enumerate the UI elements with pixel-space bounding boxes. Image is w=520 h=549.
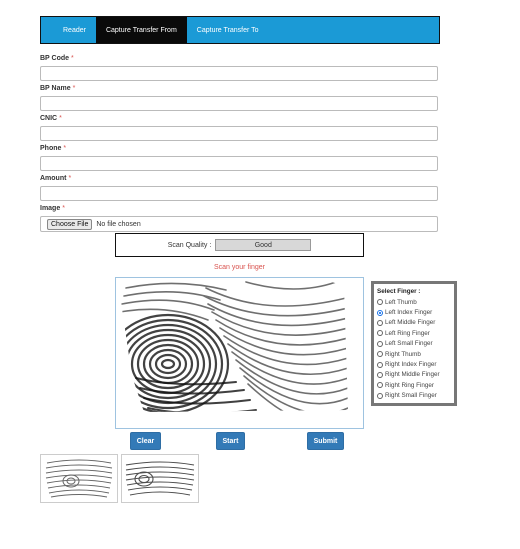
finger-option-right-thumb[interactable]: Right Thumb bbox=[377, 349, 451, 359]
clear-button[interactable]: Clear bbox=[130, 432, 161, 450]
required-marker: * bbox=[63, 145, 67, 152]
required-marker: * bbox=[68, 175, 72, 182]
phone-input[interactable] bbox=[40, 156, 438, 171]
bp-name-label: BP Name * bbox=[40, 85, 75, 92]
amount-label: Amount * bbox=[40, 175, 71, 182]
fingerprint-scan-area bbox=[115, 277, 364, 429]
finger-option-label: Left Ring Finger bbox=[385, 329, 430, 337]
finger-option-right-small[interactable]: Right Small Finger bbox=[377, 391, 451, 401]
fingerprint-thumb-image bbox=[125, 461, 195, 496]
finger-option-label: Left Index Finger bbox=[385, 309, 433, 317]
select-finger-panel: Select Finger : Left Thumb Left Index Fi… bbox=[371, 281, 457, 406]
required-marker: * bbox=[62, 205, 65, 212]
bp-code-input[interactable] bbox=[40, 66, 438, 81]
finger-option-right-ring[interactable]: Right Ring Finger bbox=[377, 380, 451, 390]
cnic-input[interactable] bbox=[40, 126, 438, 141]
radio-selected-icon[interactable] bbox=[377, 309, 383, 316]
amount-input[interactable] bbox=[40, 186, 438, 201]
tab-capture-transfer-to[interactable]: Capture Transfer To bbox=[187, 17, 269, 43]
finger-option-label: Right Middle Finger bbox=[385, 371, 440, 379]
radio-icon[interactable] bbox=[377, 382, 383, 389]
radio-icon[interactable] bbox=[377, 319, 383, 326]
tab-bar: Reader Capture Transfer From Capture Tra… bbox=[40, 16, 440, 44]
file-status-text: No file chosen bbox=[96, 220, 141, 228]
finger-option-label: Right Thumb bbox=[385, 350, 421, 358]
image-label: Image * bbox=[40, 205, 65, 212]
finger-option-left-thumb[interactable]: Left Thumb bbox=[377, 297, 451, 307]
radio-icon[interactable] bbox=[377, 299, 383, 306]
tab-capture-transfer-from[interactable]: Capture Transfer From bbox=[95, 17, 187, 43]
finger-option-left-index[interactable]: Left Index Finger bbox=[377, 307, 451, 317]
phone-label-text: Phone bbox=[40, 145, 62, 152]
bp-code-label-text: BP Code bbox=[40, 55, 70, 62]
scan-quality-box: Scan Quality : Good bbox=[115, 233, 364, 257]
select-finger-title: Select Finger : bbox=[377, 288, 421, 295]
finger-option-left-small[interactable]: Left Small Finger bbox=[377, 339, 451, 349]
scan-quality-value: Good bbox=[215, 239, 312, 251]
tab-reader[interactable]: Reader bbox=[41, 17, 96, 43]
finger-option-label: Left Thumb bbox=[385, 298, 417, 306]
required-marker: * bbox=[71, 55, 74, 62]
finger-option-right-index[interactable]: Right Index Finger bbox=[377, 359, 451, 369]
scan-message: Scan your finger bbox=[214, 264, 265, 271]
required-marker: * bbox=[59, 115, 62, 122]
image-file-input[interactable]: Choose File No file chosen bbox=[40, 216, 438, 232]
scan-quality-label: Scan Quality : bbox=[167, 241, 212, 249]
radio-icon[interactable] bbox=[377, 392, 383, 399]
finger-option-label: Right Index Finger bbox=[385, 361, 437, 369]
radio-icon[interactable] bbox=[377, 340, 383, 347]
choose-file-button[interactable]: Choose File bbox=[47, 218, 93, 230]
bp-name-input[interactable] bbox=[40, 96, 438, 111]
fingerprint-image bbox=[118, 281, 348, 412]
finger-option-right-middle[interactable]: Right Middle Finger bbox=[377, 370, 451, 380]
start-button[interactable]: Start bbox=[216, 432, 245, 450]
finger-option-label: Right Ring Finger bbox=[385, 381, 434, 389]
captured-thumbnail-2[interactable] bbox=[121, 454, 199, 503]
required-marker: * bbox=[72, 85, 76, 92]
image-label-text: Image bbox=[40, 205, 61, 212]
submit-button[interactable]: Submit bbox=[307, 432, 344, 450]
captured-thumbnail-1[interactable] bbox=[40, 454, 118, 503]
fingerprint-thumb-image bbox=[45, 459, 113, 498]
phone-label: Phone * bbox=[40, 145, 66, 152]
radio-icon[interactable] bbox=[377, 330, 383, 337]
bp-name-label-text: BP Name bbox=[40, 85, 71, 92]
bp-code-label: BP Code * bbox=[40, 55, 74, 62]
radio-icon[interactable] bbox=[377, 371, 383, 378]
radio-icon[interactable] bbox=[377, 351, 383, 358]
radio-icon[interactable] bbox=[377, 361, 383, 368]
finger-option-label: Right Small Finger bbox=[385, 392, 437, 400]
finger-option-label: Left Middle Finger bbox=[385, 319, 436, 327]
finger-option-label: Left Small Finger bbox=[385, 340, 433, 348]
cnic-label: CNIC * bbox=[40, 115, 62, 122]
cnic-label-text: CNIC bbox=[40, 115, 58, 122]
amount-label-text: Amount bbox=[40, 175, 67, 182]
finger-option-left-ring[interactable]: Left Ring Finger bbox=[377, 328, 451, 338]
finger-option-left-middle[interactable]: Left Middle Finger bbox=[377, 318, 451, 328]
